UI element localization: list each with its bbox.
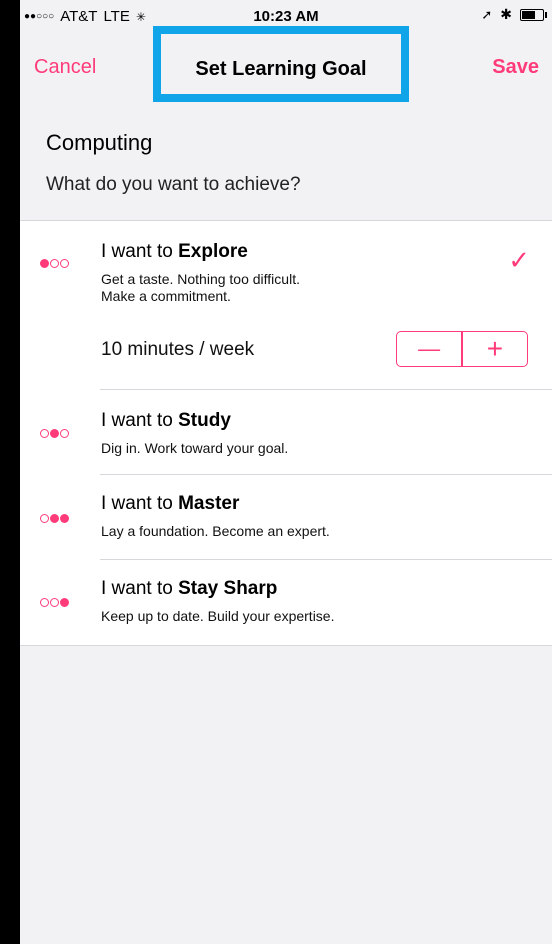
goal-question: What do you want to achieve? xyxy=(46,174,301,195)
goal-title: I want to Stay Sharp xyxy=(101,578,278,599)
goal-description: Get a taste. Nothing too difficult. Make… xyxy=(101,271,300,304)
save-button[interactable]: Save xyxy=(492,56,539,79)
cancel-button[interactable]: Cancel xyxy=(34,56,96,79)
goal-keyword: Explore xyxy=(178,241,248,262)
increment-button[interactable]: + xyxy=(463,332,527,366)
checkmark-icon: ✓ xyxy=(508,245,530,275)
status-time: 10:23 AM xyxy=(253,8,319,25)
goal-keyword: Stay Sharp xyxy=(178,578,278,599)
screen: ●●○○○ AT&T LTE ✳ 10:23 AM ➚ ✱ Cancel Set… xyxy=(20,0,552,944)
navigation-bar: Cancel Set Learning Goal Save xyxy=(20,26,552,106)
goal-option-explore[interactable]: I want to Explore Get a taste. Nothing t… xyxy=(20,221,552,389)
battery-icon xyxy=(520,8,547,21)
goal-description: Keep up to date. Build your expertise. xyxy=(101,608,335,624)
page-title: Set Learning Goal xyxy=(195,58,367,80)
bluetooth-icon: ✱ xyxy=(500,6,512,22)
goal-description: Dig in. Work toward your goal. xyxy=(101,440,289,456)
decrement-button[interactable]: — xyxy=(397,332,461,366)
goal-option-study[interactable]: I want to Study Dig in. Work toward your… xyxy=(20,390,552,474)
goal-header: Computing What do you want to achieve? xyxy=(46,130,301,196)
goal-keyword: Study xyxy=(178,410,231,431)
goal-description: Lay a foundation. Become an expert. xyxy=(101,523,330,539)
goal-title: I want to Master xyxy=(101,493,240,514)
status-right: ➚ ✱ xyxy=(481,6,547,23)
goal-option-master[interactable]: I want to Master Lay a foundation. Becom… xyxy=(20,475,552,559)
level-4-dots-icon xyxy=(40,598,69,607)
location-icon: ➚ xyxy=(481,6,493,22)
goal-title: I want to Study xyxy=(101,410,231,431)
frequency-value: 10 minutes / week xyxy=(101,339,255,360)
level-3-dots-icon xyxy=(40,514,69,523)
subject-title: Computing xyxy=(46,130,153,155)
goal-option-stay-sharp[interactable]: I want to Stay Sharp Keep up to date. Bu… xyxy=(20,560,552,644)
frequency-stepper: — + xyxy=(396,331,528,367)
goal-keyword: Master xyxy=(178,493,240,514)
goal-title: I want to Explore xyxy=(101,241,248,262)
title-highlight: Set Learning Goal xyxy=(153,26,409,102)
level-2-dots-icon xyxy=(40,429,69,438)
level-1-dots-icon xyxy=(40,259,69,268)
goal-list: I want to Explore Get a taste. Nothing t… xyxy=(20,220,552,646)
